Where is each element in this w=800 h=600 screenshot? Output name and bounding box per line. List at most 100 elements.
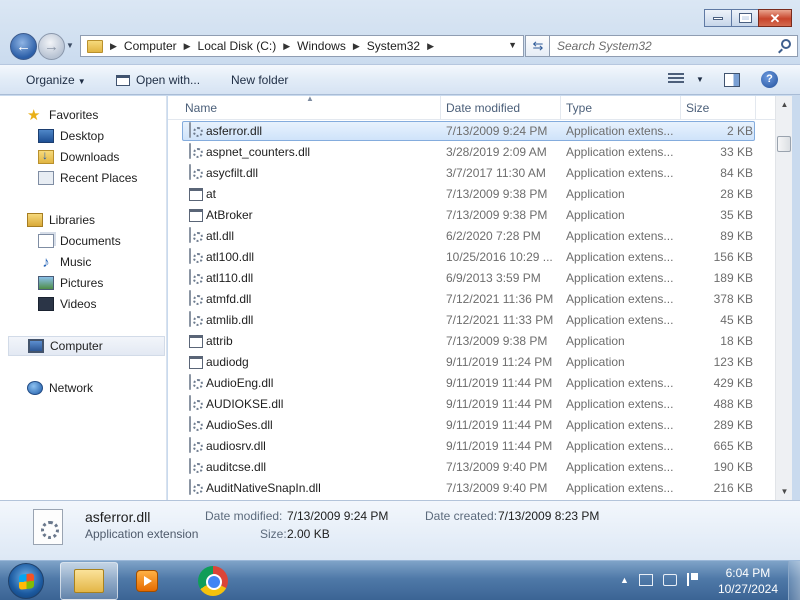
sidebar-item-music[interactable]: ♪ Music — [38, 252, 91, 272]
maximize-icon — [738, 13, 752, 23]
table-row[interactable]: AtBroker 7/13/2009 9:38 PM Application 35 K… — [168, 204, 775, 225]
table-row[interactable]: AudioEng.dll 9/11/2019 11:44 PM Applicatio… — [168, 372, 775, 393]
breadcrumb-chevron-icon[interactable]: ▶ — [427, 41, 434, 52]
breadcrumb-local-disk[interactable]: Local Disk (C:) — [198, 39, 277, 53]
network-status-icon[interactable] — [638, 573, 653, 586]
table-row[interactable]: aspnet_counters.dll 3/28/2019 2:09 AM Appl… — [168, 141, 775, 162]
table-row[interactable]: AuditNativeSnapIn.dll 7/13/2009 9:40 PM Ap… — [168, 477, 775, 498]
folder-icon — [87, 39, 103, 53]
column-header-size[interactable]: Size — [680, 96, 709, 120]
clock-date: 10/27/2024 — [717, 582, 778, 596]
file-type: Application extens... — [566, 397, 674, 411]
windows-logo-icon — [19, 573, 34, 590]
organize-button[interactable]: Organize ▼ — [26, 73, 86, 87]
open-with-button[interactable]: Open with... — [116, 73, 200, 87]
table-row[interactable]: audiodg 9/11/2019 11:24 PM Application 123 … — [168, 351, 775, 372]
chrome-icon — [198, 566, 228, 596]
taskbar-media-player[interactable] — [118, 562, 176, 600]
forward-button[interactable]: → — [38, 33, 65, 60]
navigation-bar: ← → ▼ ▶ Computer ▶ Local Disk (C:) ▶ Win… — [8, 32, 798, 60]
sort-ascending-icon: ▲ — [306, 96, 314, 103]
sidebar-item-label: Network — [49, 381, 94, 395]
search-icon[interactable] — [781, 39, 791, 49]
file-type: Application extens... — [566, 460, 674, 474]
preview-pane-button[interactable] — [724, 73, 740, 87]
table-row[interactable]: atl100.dll 10/25/2016 10:29 ... Applicatio… — [168, 246, 775, 267]
sidebar-item-documents[interactable]: Documents — [38, 231, 121, 251]
sidebar-item-label: Computer — [50, 339, 103, 353]
table-row[interactable]: at 7/13/2009 9:38 PM Application 28 KB — [168, 183, 775, 204]
address-history-dropdown[interactable]: ▼ — [508, 40, 517, 50]
table-row[interactable]: atl.dll 6/2/2020 7:28 PM Application exten… — [168, 225, 775, 246]
scroll-down-arrow-icon[interactable]: ▼ — [776, 483, 792, 500]
scroll-up-arrow-icon[interactable]: ▲ — [776, 96, 792, 113]
file-type: Application extens... — [566, 439, 674, 453]
table-row[interactable]: audiosrv.dll 9/11/2019 11:44 PM Applicatio… — [168, 435, 775, 456]
sidebar-item-label: Documents — [60, 234, 121, 248]
taskbar-windows-explorer[interactable] — [60, 562, 118, 600]
sidebar-item-pictures[interactable]: Pictures — [38, 273, 103, 293]
show-hidden-icons-icon[interactable]: ▲ — [620, 575, 629, 585]
file-date-modified: 9/11/2019 11:44 PM — [446, 376, 553, 390]
breadcrumb-computer[interactable]: Computer — [124, 39, 177, 53]
sidebar-item-downloads[interactable]: Downloads — [38, 147, 119, 167]
volume-muted-icon[interactable] — [662, 573, 677, 586]
column-header-type[interactable]: Type — [560, 96, 592, 120]
close-button[interactable]: ✕ — [758, 9, 792, 27]
change-view-button[interactable]: ▼ — [668, 73, 704, 85]
breadcrumb-system32[interactable]: System32 — [367, 39, 420, 53]
refresh-button[interactable]: ⇆ — [525, 35, 551, 57]
maximize-button[interactable] — [731, 9, 759, 27]
address-bar[interactable]: ▶ Computer ▶ Local Disk (C:) ▶ Windows ▶… — [80, 35, 524, 57]
breadcrumb-chevron-icon[interactable]: ▶ — [283, 41, 290, 52]
table-row[interactable]: atmfd.dll 7/12/2021 11:36 PM Application e… — [168, 288, 775, 309]
column-header-date-modified[interactable]: Date modified — [440, 96, 520, 120]
recent-pages-dropdown[interactable]: ▼ — [66, 41, 74, 50]
sidebar-item-network[interactable]: Network — [27, 378, 93, 398]
table-row[interactable]: asycfilt.dll 3/7/2017 11:30 AM Application… — [168, 162, 775, 183]
sidebar-item-computer[interactable]: Computer — [8, 336, 165, 356]
new-folder-button[interactable]: New folder — [231, 73, 288, 87]
table-row[interactable]: AudioSes.dll 9/11/2019 11:44 PM Applicatio… — [168, 414, 775, 435]
minimize-button[interactable] — [704, 9, 732, 27]
table-row[interactable]: atl110.dll 6/9/2013 3:59 PM Application ex… — [168, 267, 775, 288]
file-name: atl110.dll — [206, 271, 254, 285]
show-desktop-button[interactable] — [788, 561, 800, 600]
sidebar-item-recent-places[interactable]: Recent Places — [38, 168, 137, 188]
sidebar-item-libraries[interactable]: Libraries — [27, 210, 95, 230]
table-row[interactable]: auditcse.dll 7/13/2009 9:40 PM Application… — [168, 456, 775, 477]
column-divider[interactable] — [755, 96, 761, 120]
breadcrumb-chevron-icon[interactable]: ▶ — [353, 41, 360, 52]
file-name: AUDIOKSE.dll — [206, 397, 284, 411]
table-row[interactable]: asferror.dll 7/13/2009 9:24 PM Application… — [168, 120, 775, 141]
file-size: 488 KB — [713, 397, 753, 411]
action-center-flag-icon[interactable] — [686, 573, 698, 586]
dll-file-icon — [189, 122, 191, 138]
file-date-modified: 7/13/2009 9:38 PM — [446, 208, 548, 222]
details-file-name: asferror.dll — [85, 509, 151, 525]
search-input[interactable]: Search System32 — [549, 35, 798, 57]
clock-time: 6:04 PM — [725, 566, 771, 580]
sidebar-item-desktop[interactable]: Desktop — [38, 126, 104, 146]
scrollbar-thumb[interactable] — [777, 136, 791, 152]
sidebar-item-favorites[interactable]: ★ Favorites — [27, 105, 98, 125]
taskbar-google-chrome[interactable] — [184, 562, 242, 600]
back-button[interactable]: ← — [10, 33, 37, 60]
column-header-name[interactable]: Name — [185, 101, 217, 119]
table-row[interactable]: atmlib.dll 7/12/2021 11:33 PM Application … — [168, 309, 775, 330]
sidebar-item-label: Favorites — [49, 108, 99, 122]
breadcrumb-chevron-icon[interactable]: ▶ — [184, 41, 191, 52]
start-button[interactable] — [8, 563, 44, 599]
help-button[interactable]: ? — [761, 71, 778, 88]
breadcrumb-windows[interactable]: Windows — [297, 39, 346, 53]
table-row[interactable]: AUDIOKSE.dll 9/11/2019 11:44 PM Applicatio… — [168, 393, 775, 414]
details-view-icon — [668, 73, 684, 85]
sidebar-item-label: Videos — [60, 297, 97, 311]
vertical-scrollbar[interactable]: ▲ ▼ — [775, 96, 792, 500]
breadcrumb-chevron-icon[interactable]: ▶ — [110, 41, 117, 52]
system-clock[interactable]: 6:04 PM 10/27/2024 — [718, 565, 778, 597]
table-row[interactable]: attrib 7/13/2009 9:38 PM Application 18 KB — [168, 330, 775, 351]
sidebar-item-videos[interactable]: Videos — [38, 294, 96, 314]
file-type: Application extens... — [566, 145, 674, 159]
minimize-icon — [713, 16, 723, 20]
